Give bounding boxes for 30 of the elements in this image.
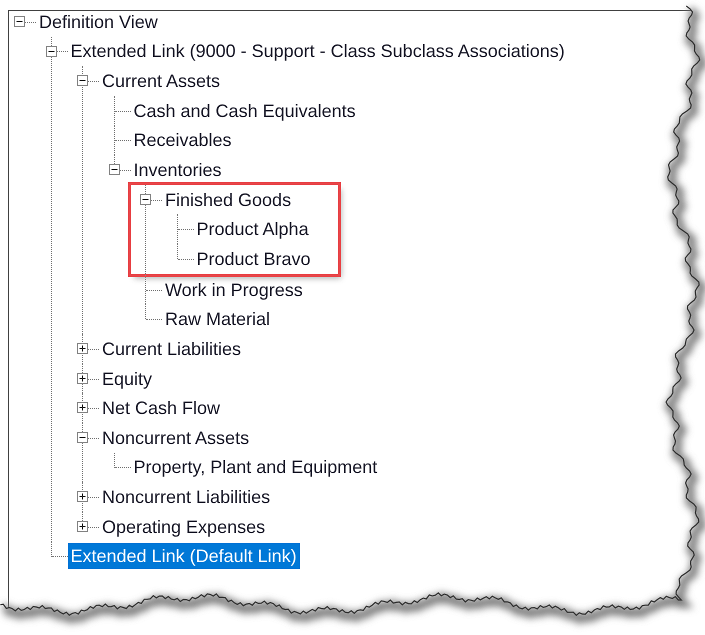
collapse-icon[interactable]: [77, 75, 88, 86]
tree-item[interactable]: Equity: [99, 366, 156, 392]
tree-item[interactable]: Product Bravo: [194, 246, 314, 272]
tree-item[interactable]: Property, Plant and Equipment: [130, 454, 380, 480]
expand-icon[interactable]: [77, 520, 88, 532]
tree-item[interactable]: Noncurrent Assets: [99, 424, 252, 451]
tree-item[interactable]: Raw Material: [162, 306, 274, 332]
collapse-icon[interactable]: [77, 432, 88, 443]
expand-icon[interactable]: [77, 402, 88, 414]
tree-item[interactable]: Definition View: [36, 8, 161, 35]
tree-item[interactable]: Cash and Cash Equivalents: [130, 98, 359, 124]
tree-item[interactable]: Net Cash Flow: [99, 395, 224, 422]
tree-item[interactable]: Work in Progress: [162, 276, 306, 303]
expand-icon[interactable]: [77, 491, 88, 502]
tree-item[interactable]: Inventories: [130, 157, 225, 184]
tree-item[interactable]: Product Alpha: [194, 216, 312, 242]
tree-item[interactable]: Current Liabilities: [99, 336, 244, 362]
collapse-icon[interactable]: [46, 46, 56, 57]
collapse-icon[interactable]: [14, 16, 25, 27]
tree-item[interactable]: Operating Expenses: [99, 514, 268, 540]
tree-item[interactable]: Extended Link (Default Link): [68, 543, 300, 570]
collapse-icon[interactable]: [108, 164, 120, 176]
collapse-icon[interactable]: [140, 194, 151, 205]
expand-icon[interactable]: [77, 343, 88, 354]
expand-icon[interactable]: [77, 372, 88, 384]
tree-item[interactable]: Receivables: [130, 127, 235, 154]
tree-item[interactable]: Finished Goods: [162, 186, 294, 213]
tree-item[interactable]: Extended Link (9000 - Support - Class Subclass Associations): [68, 38, 568, 64]
tree-item[interactable]: Noncurrent Liabilities: [99, 484, 274, 510]
tree-item[interactable]: Current Assets: [99, 68, 224, 94]
